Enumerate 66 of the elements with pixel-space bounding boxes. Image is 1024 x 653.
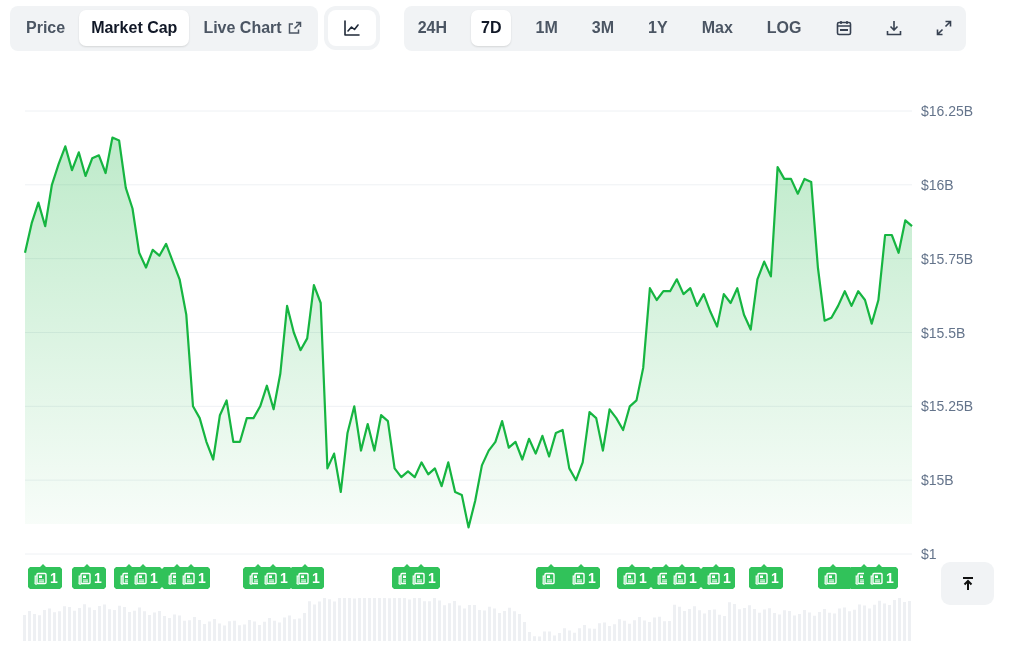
news-marker[interactable]: 1 bbox=[406, 564, 440, 589]
news-marker[interactable]: 1 bbox=[72, 564, 106, 589]
news-marker[interactable]: 1 bbox=[749, 564, 783, 589]
news-marker[interactable] bbox=[818, 564, 852, 589]
newspaper-icon bbox=[755, 571, 768, 585]
expand-icon bbox=[934, 19, 953, 37]
news-count: 1 bbox=[689, 570, 697, 586]
axis-label: $16.25B bbox=[921, 103, 974, 119]
news-count: 1 bbox=[771, 570, 779, 586]
axis-label: $15.5B bbox=[921, 324, 966, 341]
news-marker[interactable]: 1 bbox=[128, 564, 162, 589]
news-count: 1 bbox=[150, 570, 158, 586]
axis-label: $15.25B bbox=[921, 398, 974, 415]
news-marker[interactable]: 1 bbox=[290, 564, 324, 589]
newspaper-icon bbox=[572, 571, 585, 585]
news-marker[interactable]: 1 bbox=[864, 564, 898, 589]
newspaper-icon bbox=[824, 571, 837, 585]
newspaper-icon bbox=[134, 571, 147, 585]
news-marker[interactable]: 1 bbox=[176, 564, 210, 589]
news-marker[interactable]: 1 bbox=[566, 564, 600, 589]
newspaper-icon bbox=[412, 571, 425, 585]
time-range-tab[interactable]: LOG bbox=[756, 10, 812, 46]
newspaper-icon bbox=[264, 571, 277, 585]
axis-label: $16B bbox=[921, 176, 954, 193]
newspaper-icon bbox=[296, 571, 309, 585]
newspaper-icon bbox=[78, 571, 91, 585]
chart-tab[interactable]: Live Chart bbox=[191, 10, 314, 46]
news-count: 1 bbox=[94, 570, 102, 586]
news-count: 1 bbox=[312, 570, 320, 586]
time-range-tab[interactable]: 3M bbox=[581, 10, 624, 46]
chart-tab[interactable]: Price bbox=[14, 10, 78, 46]
axis-label: $15B bbox=[921, 472, 954, 489]
newspaper-icon bbox=[657, 571, 670, 585]
newspaper-icon bbox=[707, 571, 720, 585]
news-count: 1 bbox=[886, 570, 894, 586]
scroll-to-top-button[interactable] bbox=[941, 562, 994, 605]
news-count: 1 bbox=[50, 570, 58, 586]
news-count: 1 bbox=[723, 570, 731, 586]
news-count: 1 bbox=[428, 570, 436, 586]
news-count: 1 bbox=[280, 570, 288, 586]
download-icon bbox=[884, 19, 903, 37]
time-range-tab[interactable]: 7D bbox=[471, 10, 512, 46]
axis-label: $1 bbox=[921, 546, 937, 562]
news-marker[interactable]: 1 bbox=[667, 564, 701, 589]
news-count: 1 bbox=[639, 570, 647, 586]
time-range-tab[interactable]: 1Y bbox=[638, 10, 678, 46]
news-marker[interactable]: 1 bbox=[617, 564, 651, 589]
newspaper-icon bbox=[182, 571, 195, 585]
newspaper-icon bbox=[870, 571, 883, 585]
time-range-tab[interactable]: Max bbox=[691, 10, 743, 46]
axis-label: $15.75B bbox=[921, 250, 974, 267]
newspaper-icon bbox=[673, 571, 686, 585]
news-marker[interactable]: 1 bbox=[701, 564, 735, 589]
newspaper-icon bbox=[34, 571, 47, 585]
news-marker[interactable]: 1 bbox=[258, 564, 292, 589]
news-marker[interactable]: 1 bbox=[28, 564, 62, 589]
line-chart-icon bbox=[342, 19, 361, 37]
news-count: 1 bbox=[198, 570, 206, 586]
newspaper-icon bbox=[542, 571, 555, 585]
news-count: 1 bbox=[588, 570, 596, 586]
news-marker[interactable] bbox=[536, 564, 570, 589]
chart-tab[interactable]: Market Cap bbox=[79, 10, 190, 46]
time-range-tab[interactable]: 24H bbox=[407, 10, 457, 46]
calendar-icon bbox=[834, 19, 853, 37]
newspaper-icon bbox=[623, 571, 636, 585]
time-range-tab[interactable]: 1M bbox=[525, 10, 568, 46]
